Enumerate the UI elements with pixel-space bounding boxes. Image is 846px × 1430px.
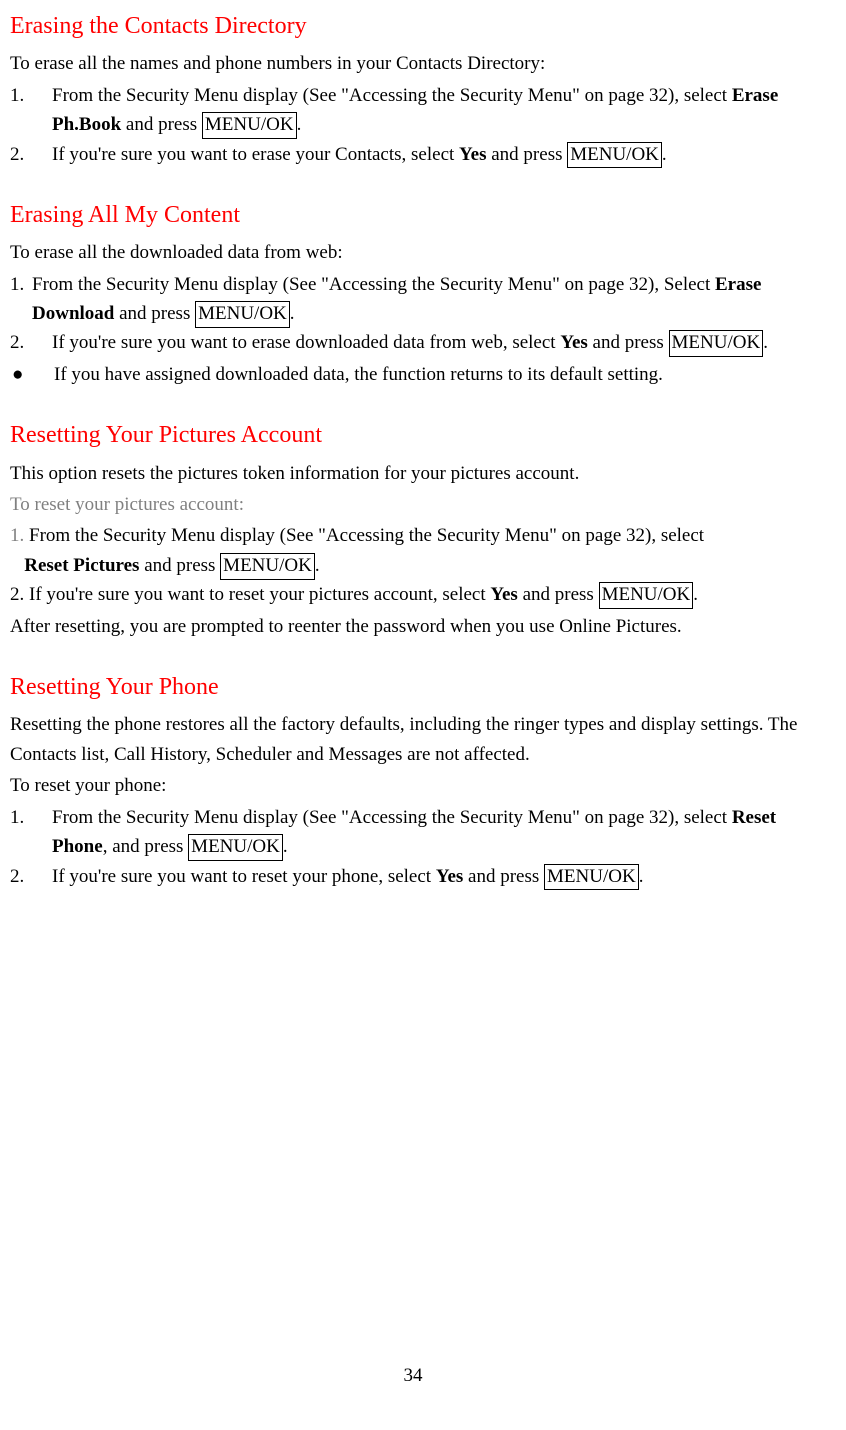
text: and press (518, 584, 599, 605)
key-button: MENU/OK (567, 142, 662, 169)
list-item: 2. If you're sure you want to erase your… (10, 140, 816, 169)
text: From the Security Menu display (See "Acc… (52, 85, 732, 106)
bullet-icon: ● (10, 360, 54, 389)
text: and press (463, 866, 544, 887)
list-item: 2. If you're sure you want to reset your… (10, 580, 816, 609)
heading-erasing-contacts: Erasing the Contacts Directory (10, 8, 816, 45)
list-body: If you're sure you want to erase your Co… (52, 140, 816, 169)
list-number: 1. (10, 81, 52, 140)
text: and press (139, 555, 220, 576)
text: and press (121, 114, 202, 135)
intro-text: To erase all the downloaded data from we… (10, 238, 816, 267)
list-item: 1. From the Security Menu display (See "… (10, 521, 816, 580)
list-number: 2. (10, 140, 52, 169)
bold-term: Yes (490, 584, 517, 605)
intro-text: Resetting the phone restores all the fac… (10, 710, 816, 769)
bold-term: Reset Pictures (24, 555, 139, 576)
bold-term: Yes (436, 866, 463, 887)
bold-term: Yes (459, 144, 486, 165)
list-item: 1. From the Security Menu display (See "… (10, 803, 816, 862)
list-item: 2. If you're sure you want to reset your… (10, 862, 816, 891)
text: From the Security Menu display (See "Acc… (24, 525, 704, 546)
text: . (662, 144, 667, 165)
text: From the Security Menu display (See "Acc… (32, 274, 715, 295)
text: If you're sure you want to reset your pi… (24, 584, 490, 605)
list-number: 2. (10, 584, 24, 605)
list-body: From the Security Menu display (See "Acc… (32, 270, 816, 329)
text: If you're sure you want to erase your Co… (52, 144, 459, 165)
list-body: From the Security Menu display (See "Acc… (52, 81, 816, 140)
intro-text: This option resets the pictures token in… (10, 459, 816, 488)
bullet-text: If you have assigned downloaded data, th… (54, 360, 816, 389)
heading-resetting-phone: Resetting Your Phone (10, 669, 816, 706)
text: . (315, 555, 320, 576)
list-body: From the Security Menu display (See "Acc… (52, 803, 816, 862)
text: . (290, 303, 295, 324)
intro-text-gray: To reset your pictures account: (10, 490, 816, 519)
list-number: 2. (10, 862, 52, 891)
text: If you're sure you want to erase downloa… (52, 332, 560, 353)
text: and press (588, 332, 669, 353)
list-number: 1. (10, 803, 52, 862)
text: . (297, 114, 302, 135)
text: From the Security Menu display (See "Acc… (52, 807, 732, 828)
list-item: 2. If you're sure you want to erase down… (10, 328, 816, 357)
text: . (283, 836, 288, 857)
key-button: MENU/OK (544, 864, 639, 891)
list-number: 2. (10, 328, 52, 357)
text: and press (114, 303, 195, 324)
text: If you're sure you want to reset your ph… (52, 866, 436, 887)
list-body: 1. From the Security Menu display (See "… (10, 521, 816, 580)
bold-term: Yes (560, 332, 587, 353)
key-button: MENU/OK (188, 834, 283, 861)
intro-text: To reset your phone: (10, 771, 816, 800)
list-body: If you're sure you want to reset your ph… (52, 862, 816, 891)
key-button: MENU/OK (202, 112, 297, 139)
key-button: MENU/OK (195, 301, 290, 328)
key-button: MENU/OK (220, 553, 315, 580)
list-item: 1. From the Security Menu display (See "… (10, 270, 816, 329)
text: . (763, 332, 768, 353)
after-text: After resetting, you are prompted to ree… (10, 612, 816, 641)
list-item: 1. From the Security Menu display (See "… (10, 81, 816, 140)
intro-text: To erase all the names and phone numbers… (10, 49, 816, 78)
list-number: 1. (10, 270, 32, 329)
key-button: MENU/OK (599, 582, 694, 609)
heading-erasing-content: Erasing All My Content (10, 197, 816, 234)
text: . (639, 866, 644, 887)
key-button: MENU/OK (669, 330, 764, 357)
text: , and press (103, 836, 188, 857)
heading-resetting-pictures: Resetting Your Pictures Account (10, 417, 816, 454)
bullet-item: ● If you have assigned downloaded data, … (10, 360, 816, 389)
list-body: If you're sure you want to erase downloa… (52, 328, 816, 357)
text: and press (487, 144, 568, 165)
page-number: 34 (10, 1361, 816, 1390)
text: . (693, 584, 698, 605)
list-number: 1. (10, 525, 24, 546)
